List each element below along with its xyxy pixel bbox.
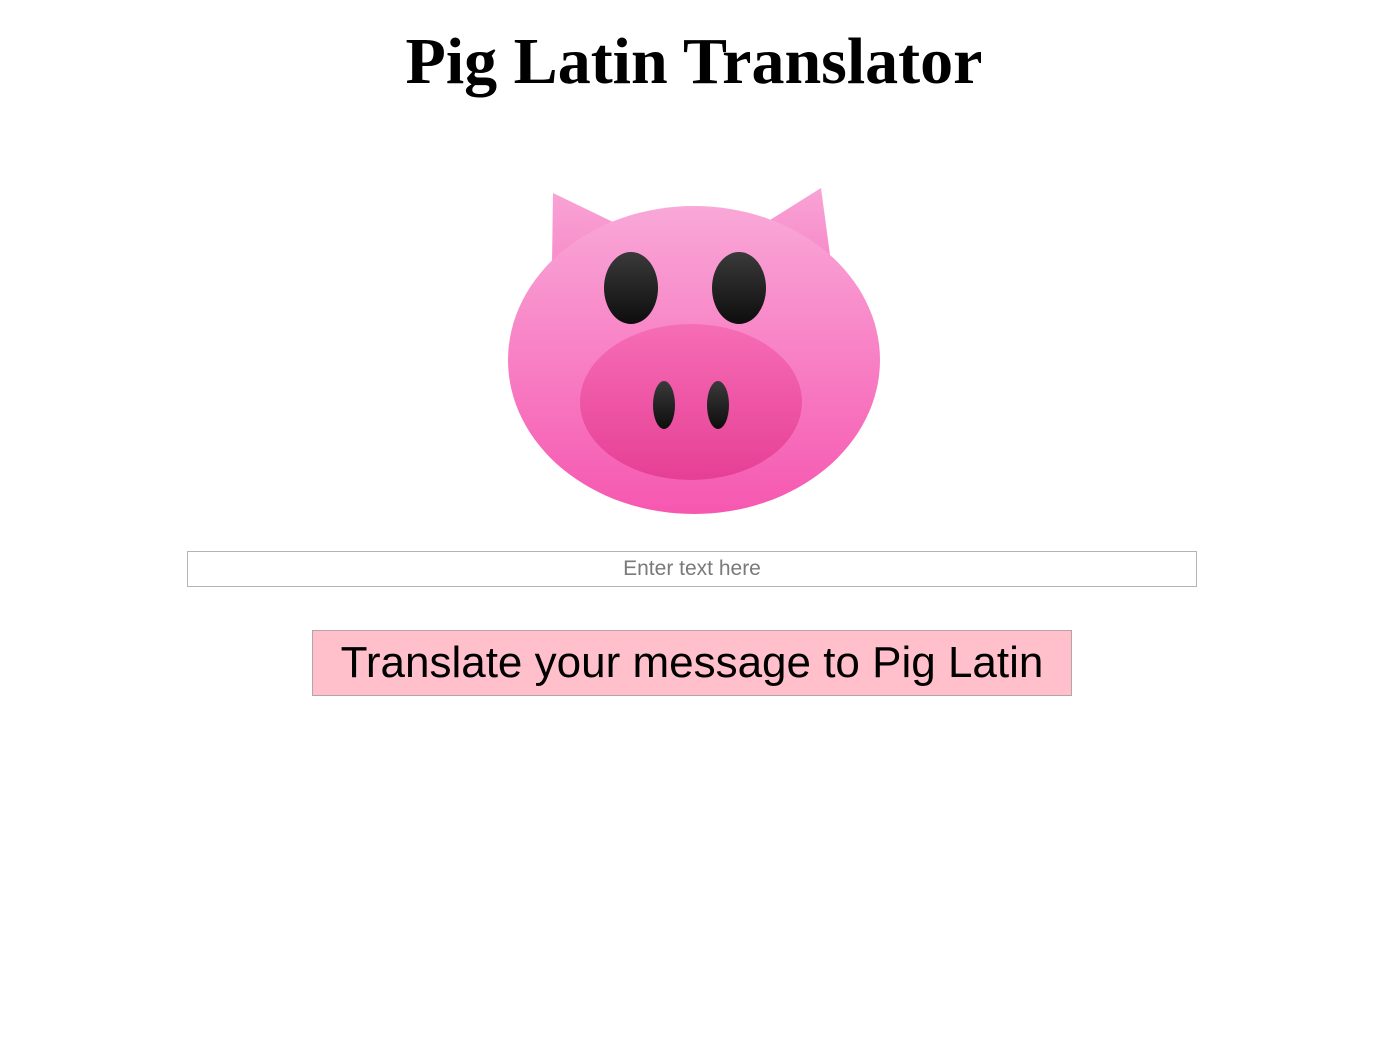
left-eye xyxy=(604,252,658,324)
snout xyxy=(580,324,802,480)
text-input[interactable] xyxy=(187,551,1197,587)
right-eye xyxy=(712,252,766,324)
page-title: Pig Latin Translator xyxy=(405,25,983,98)
pig-face-icon xyxy=(508,188,880,514)
left-nostril xyxy=(653,381,675,429)
translate-button[interactable]: Translate your message to Pig Latin xyxy=(312,630,1072,696)
right-nostril xyxy=(707,381,729,429)
